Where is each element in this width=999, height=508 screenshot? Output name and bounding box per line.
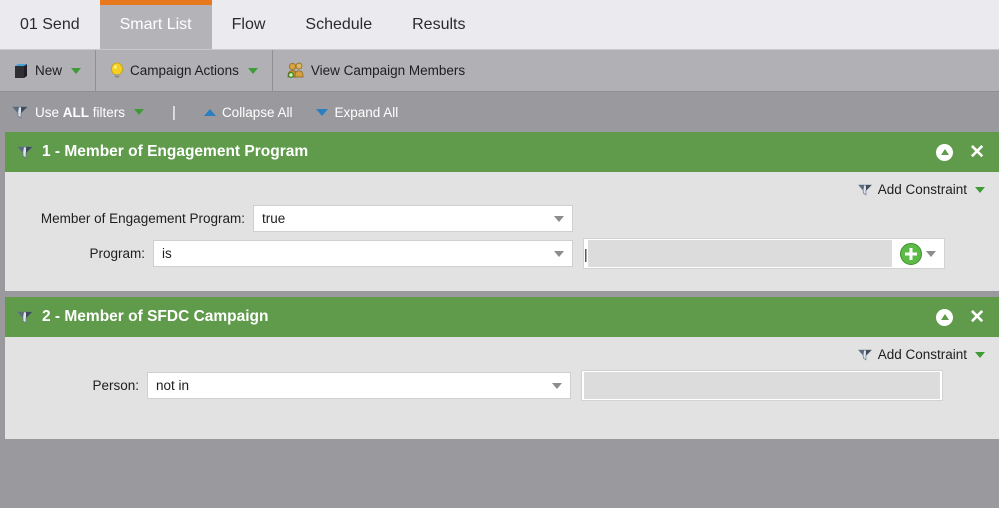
program-value-field-wrap: | [583, 238, 945, 269]
chevron-down-icon [554, 215, 564, 222]
view-campaign-members-button[interactable]: View Campaign Members [273, 50, 479, 92]
main-tab-bar: 01 Send Smart List Flow Schedule Results [0, 0, 999, 50]
chevron-down-icon[interactable] [71, 67, 82, 74]
person-operator-select[interactable]: not in [147, 372, 571, 399]
filter-panel-2-actions: ✕ [936, 308, 985, 327]
chevron-down-icon [316, 108, 329, 116]
tab-flow[interactable]: Flow [212, 0, 286, 49]
field-label: Program: [89, 246, 145, 261]
close-icon[interactable]: ✕ [969, 143, 985, 162]
chevron-up-icon [203, 108, 216, 116]
person-value-field-wrap[interactable] [581, 370, 943, 401]
program-value-input[interactable] [587, 240, 892, 267]
filter-panel-2: 2 - Member of SFDC Campaign ✕ Add Constr… [5, 297, 999, 439]
filter-panels: 1 - Member of Engagement Program ✕ Add C… [0, 132, 999, 439]
field-row-program: Program: is | [19, 238, 985, 269]
field-label: Person: [92, 378, 139, 393]
chevron-down-icon [554, 250, 564, 257]
filter-funnel-icon [12, 105, 29, 120]
filter-funnel-icon [17, 310, 34, 325]
chevron-down-icon[interactable] [975, 186, 985, 193]
new-label: New [35, 63, 63, 78]
collapse-all-button[interactable]: Collapse All [192, 105, 305, 120]
chevron-down-icon[interactable] [134, 109, 145, 115]
lightbulb-icon [110, 62, 124, 79]
filter-panel-2-body: Add Constraint Person: not in [5, 337, 999, 439]
use-filters-text: Use ALL filters [35, 104, 126, 120]
tab-label: Schedule [305, 15, 373, 33]
view-campaign-members-label: View Campaign Members [310, 63, 466, 78]
tab-label: Flow [231, 15, 266, 33]
select-value: is [162, 246, 172, 261]
action-toolbar: New Campaign Actions View Campaign Membe… [0, 49, 999, 92]
people-icon [287, 62, 305, 79]
field-row-person: Person: not in [19, 370, 985, 401]
chevron-down-icon[interactable] [926, 250, 936, 257]
field-row-member-of-engagement-program: Member of Engagement Program: true [19, 205, 985, 232]
smart-list-screen: 01 Send Smart List Flow Schedule Results… [0, 0, 999, 508]
filter-panel-2-title: 2 - Member of SFDC Campaign [42, 308, 269, 325]
add-constraint-row: Add Constraint [19, 182, 985, 197]
expand-all-button[interactable]: Expand All [304, 105, 410, 120]
filter-funnel-icon [857, 348, 873, 362]
move-up-icon[interactable] [936, 308, 954, 326]
add-constraint-button-2[interactable]: Add Constraint [857, 347, 985, 362]
chevron-down-icon[interactable] [247, 67, 258, 74]
program-operator-select[interactable]: is [153, 240, 573, 267]
campaign-actions-button[interactable]: Campaign Actions [96, 50, 272, 92]
add-constraint-button-1[interactable]: Add Constraint [857, 182, 985, 197]
new-button[interactable]: New [0, 50, 95, 92]
filter-funnel-icon [17, 145, 34, 160]
select-value: not in [156, 378, 190, 393]
filter-panel-1-actions: ✕ [936, 143, 985, 162]
add-value-button[interactable] [900, 242, 922, 265]
filter-panel-1-header[interactable]: 1 - Member of Engagement Program ✕ [5, 132, 999, 172]
field-label: Member of Engagement Program: [40, 211, 245, 226]
select-value: true [262, 211, 286, 226]
filter-funnel-icon [857, 183, 873, 197]
tab-label: 01 Send [20, 15, 80, 33]
filter-panel-1-body: Add Constraint Member of Engagement Prog… [5, 172, 999, 291]
chevron-down-icon [552, 382, 562, 389]
add-constraint-label: Add Constraint [877, 182, 967, 197]
add-constraint-label: Add Constraint [877, 347, 967, 362]
tab-schedule[interactable]: Schedule [285, 0, 392, 49]
filter-options-bar: Use ALL filters | Collapse All Expand Al… [0, 92, 999, 132]
tab-label: Results [412, 15, 466, 33]
use-all-filters-button[interactable]: Use ALL filters [0, 105, 156, 120]
tab-smart-list[interactable]: Smart List [99, 0, 212, 49]
close-icon[interactable]: ✕ [969, 308, 985, 327]
collapse-all-label: Collapse All [221, 104, 293, 120]
tab-01-send[interactable]: 01 Send [0, 0, 100, 49]
tab-label: Smart List [119, 15, 192, 33]
person-value-input[interactable] [584, 372, 940, 399]
filterbar-divider: | [172, 103, 176, 121]
chevron-down-icon[interactable] [975, 351, 985, 358]
campaign-actions-label: Campaign Actions [130, 63, 239, 78]
tab-results[interactable]: Results [392, 0, 485, 49]
move-up-icon[interactable] [936, 143, 954, 161]
document-icon [14, 63, 29, 79]
expand-all-label: Expand All [334, 104, 399, 120]
filter-panel-1: 1 - Member of Engagement Program ✕ Add C… [5, 132, 999, 291]
member-of-engagement-program-select[interactable]: true [253, 205, 573, 232]
filter-panel-1-title: 1 - Member of Engagement Program [42, 143, 309, 160]
filter-panel-2-header[interactable]: 2 - Member of SFDC Campaign ✕ [5, 297, 999, 337]
add-constraint-row: Add Constraint [19, 347, 985, 362]
